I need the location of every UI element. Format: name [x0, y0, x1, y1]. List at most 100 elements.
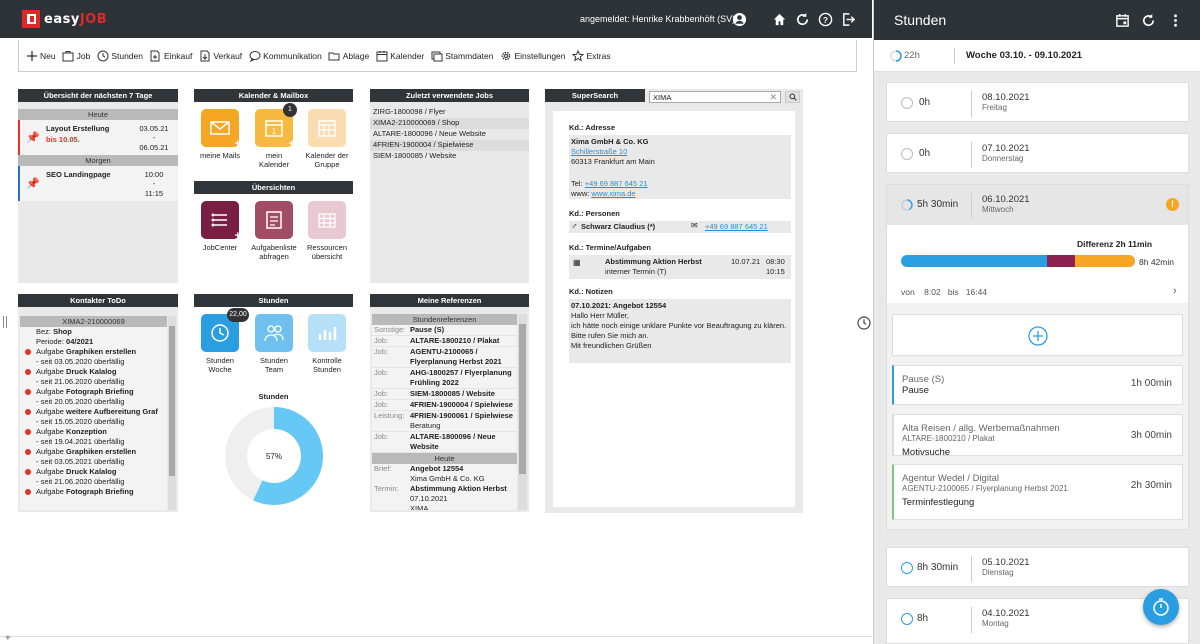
- my-mails-tile[interactable]: + meine Mails: [198, 109, 242, 160]
- status-bar: +: [0, 633, 872, 644]
- person-tel-link[interactable]: +49 69 887 645 21: [705, 222, 768, 232]
- resources-tile[interactable]: Ressourcen übersicht: [304, 201, 350, 261]
- toolbar-communication-label: Kommunikation: [263, 50, 322, 61]
- person-row[interactable]: ♂ Schwarz Claudius (*) ✉ +49 69 887 645 …: [569, 221, 791, 233]
- day-card-friday[interactable]: 0h 08.10.2021 Freitag: [886, 82, 1189, 122]
- search-icon: [789, 93, 797, 101]
- hours-week-tile[interactable]: 22,00 Stunden Woche: [198, 308, 249, 374]
- reference-row[interactable]: Leistung: 4FRIEN-1900061 / Spielwiese Bera…: [372, 411, 517, 432]
- hours-title: Stunden: [194, 294, 353, 307]
- reference-row[interactable]: Job: AHG-1800257 / Flyerplanung Frühling …: [372, 368, 517, 389]
- tel-link[interactable]: +49 69 887 645 21: [585, 179, 648, 188]
- collapse-clock-icon[interactable]: [857, 316, 871, 330]
- add-small-icon[interactable]: +: [5, 633, 11, 644]
- refresh-icon[interactable]: [1140, 12, 1156, 28]
- task-item[interactable]: Aufgabe Druck Kalalog: [20, 367, 167, 377]
- hours-team-tile[interactable]: Stunden Team: [252, 314, 296, 374]
- group-calendar-tile[interactable]: Kalender der Gruppe: [304, 109, 350, 169]
- task-item[interactable]: Aufgabe Konzeption: [20, 427, 167, 437]
- help-icon[interactable]: ?: [817, 11, 833, 27]
- toolbar-job[interactable]: Job: [62, 50, 90, 62]
- contacts-scrollbar[interactable]: [168, 316, 176, 510]
- reference-row[interactable]: Job: ALTARE-1800096 / Neue Website: [372, 432, 517, 453]
- day-weekday: Dienstag: [982, 568, 1014, 577]
- task-item[interactable]: Aufgabe Graphiken erstellen: [20, 347, 167, 357]
- recent-job-item[interactable]: SIEM-1800085 / Website: [370, 151, 529, 162]
- resize-handle[interactable]: [3, 316, 7, 328]
- persons-label: Kd.: Personen: [569, 209, 620, 218]
- task-item[interactable]: Aufgabe Graphiken erstellen: [20, 447, 167, 457]
- home-icon[interactable]: [771, 11, 787, 27]
- hours-control-tile[interactable]: Kontrolle Stunden: [304, 314, 350, 374]
- warning-icon[interactable]: !: [1166, 198, 1179, 211]
- address-block[interactable]: Xima GmbH & Co. KG Schillerstraße 10 603…: [569, 135, 791, 199]
- calendar-icon[interactable]: [1114, 12, 1130, 28]
- jobcenter-tile[interactable]: + JobCenter: [198, 201, 242, 252]
- search-button[interactable]: [785, 91, 800, 103]
- hours-team-label: Stunden Team: [260, 356, 288, 374]
- timer-fab[interactable]: [1143, 589, 1179, 625]
- note-line: Bitte rufen Sie mich an.: [571, 331, 649, 340]
- refresh-icon[interactable]: [794, 11, 810, 27]
- references-scrollbar[interactable]: [518, 314, 527, 510]
- task-item[interactable]: Aufgabe Druck Kalalog: [20, 467, 167, 477]
- toolbar-sales[interactable]: Verkauf: [198, 50, 242, 62]
- reference-row[interactable]: Job: SIEM-1800085 / Website: [372, 389, 517, 400]
- logo[interactable]: easyJOB: [22, 10, 107, 28]
- task-item[interactable]: Aufgabe Fotograph Briefing: [20, 487, 167, 497]
- recent-job-item[interactable]: ZIRG-1800098 / Flyer: [370, 107, 529, 118]
- clear-icon[interactable]: ✕: [769, 92, 777, 103]
- toolbar-archive[interactable]: Ablage: [328, 50, 369, 62]
- more-vert-icon[interactable]: [1167, 12, 1183, 28]
- toolbar-communication[interactable]: Kommunikation: [248, 50, 322, 62]
- toolbar-hours[interactable]: Stunden: [96, 50, 143, 62]
- task-item[interactable]: Aufgabe weitere Aufbereitung Graf: [20, 407, 167, 417]
- today-reference-row[interactable]: Brief: Angebot 12554 Xima GmbH & Co. KG: [372, 464, 517, 484]
- side-panel-header: Stunden: [874, 0, 1200, 40]
- appointment-date: 10.07.21: [731, 257, 761, 266]
- user-icon[interactable]: [731, 11, 747, 27]
- note-block[interactable]: 07.10.2021: Angebot 12554 Hallo Herr Mül…: [569, 299, 791, 363]
- reference-row[interactable]: Job: ALTARE-1800210 / Plakat: [372, 336, 517, 347]
- today-item[interactable]: 📌 Layout Erstellung bis 10.05. 03.05.21 …: [18, 120, 178, 155]
- tel-label: Tel:: [571, 179, 585, 188]
- my-calendar-tile[interactable]: 1 + 1 mein Kalender: [252, 103, 297, 169]
- entry-client: Pause (S): [902, 374, 945, 385]
- day-card-thursday[interactable]: 0h 07.10.2021 Donnerstag: [886, 133, 1189, 173]
- reference-row[interactable]: Sonstige: Pause (S): [372, 325, 517, 336]
- entry-job: ALTARE-1800210 / Plakat: [902, 434, 995, 443]
- reference-row[interactable]: Job: AGENTU-2100065 / Flyerplanung Herbst…: [372, 347, 517, 368]
- appointment-row[interactable]: ▦ Abstimmung Aktion Herbst interner Term…: [569, 255, 791, 279]
- street-link[interactable]: Schillerstraße 10: [571, 147, 627, 157]
- time-entry[interactable]: Pause (S) Pause 1h 00min: [892, 365, 1183, 405]
- supersearch-input[interactable]: XIMA ✕: [649, 91, 781, 103]
- add-circle-icon[interactable]: [1028, 326, 1048, 346]
- toolbar-sales-label: Verkauf: [213, 50, 243, 61]
- wednesday-header[interactable]: 5h 30min 06.10.2021 Mittwoch !: [887, 185, 1188, 225]
- time-entry[interactable]: Agentur Wedel / Digital AGENTU-2100065 / …: [892, 464, 1183, 520]
- www-link[interactable]: www.xima.de: [591, 189, 635, 198]
- today-header: Heute: [18, 109, 178, 120]
- toolbar-settings[interactable]: Einstellungen: [499, 50, 566, 62]
- recent-job-item[interactable]: XIMA2-210000069 / Shop: [370, 118, 529, 129]
- reference-row[interactable]: Job: 4FRIEN-1900004 / Spielwiese: [372, 400, 517, 411]
- logout-icon[interactable]: [840, 11, 856, 27]
- time-entry[interactable]: Alta Reisen / allg. Werbemaßnahmen ALTARE…: [892, 414, 1183, 458]
- toolbar-new[interactable]: Neu: [25, 50, 56, 62]
- toolbar-masterdata[interactable]: Stammdaten: [430, 50, 493, 62]
- add-entry-box[interactable]: [892, 314, 1183, 356]
- recent-job-item[interactable]: 4FRIEN-1900004 / Spielwiese: [370, 140, 529, 151]
- person-name: Schwarz Claudius (*): [581, 222, 656, 231]
- masterdata-icon: [430, 50, 443, 62]
- toolbar-purchase[interactable]: Einkauf: [149, 50, 192, 62]
- today-reference-row[interactable]: Termin: Abstimmung Aktion Herbst 07.10.202…: [372, 484, 517, 510]
- week-bar[interactable]: 22h Woche 03.10. - 09.10.2021: [874, 40, 1200, 72]
- toolbar-extras[interactable]: Extras: [572, 49, 611, 62]
- day-card-tuesday[interactable]: 8h 30min 05.10.2021 Dienstag: [886, 547, 1189, 587]
- chevron-right-icon[interactable]: ›: [1173, 285, 1177, 297]
- tasklist-tile[interactable]: Aufgabenliste abfragen: [250, 201, 298, 261]
- task-item[interactable]: Aufgabe Fotograph Briefing: [20, 387, 167, 397]
- toolbar-calendar[interactable]: Kalender: [375, 50, 424, 62]
- tomorrow-item[interactable]: 📌 SEO Landingpage 10:00 - 11:15: [18, 166, 178, 201]
- recent-job-item[interactable]: ALTARE-1800096 / Neue Website: [370, 129, 529, 140]
